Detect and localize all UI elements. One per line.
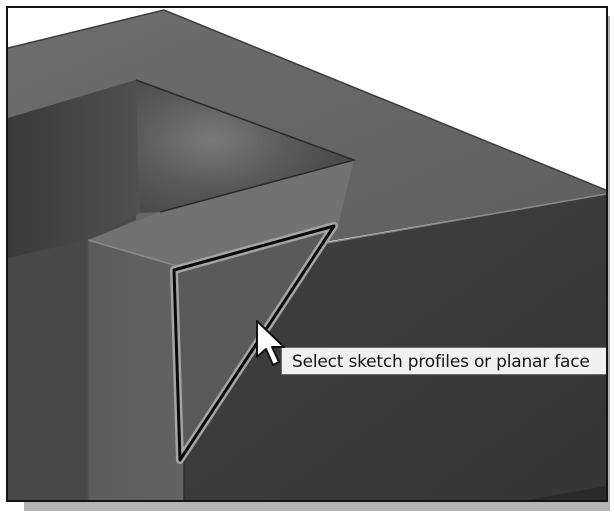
cad-3d-viewport[interactable] — [8, 8, 606, 500]
cad-viewport-frame: Select sketch profiles or planar face — [6, 6, 608, 502]
arrow-pointer-icon — [256, 320, 285, 366]
tooltip-text: Select sketch profiles or planar face — [292, 352, 590, 372]
pillar-face — [88, 240, 184, 500]
tooltip: Select sketch profiles or planar face — [281, 347, 606, 375]
